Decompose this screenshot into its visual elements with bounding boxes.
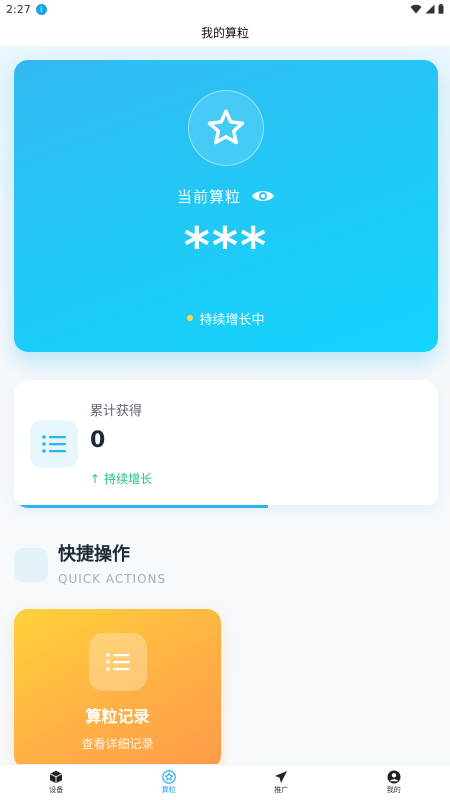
star-icon [207, 109, 245, 145]
nav-item-promote[interactable]: 推广 [225, 765, 338, 800]
total-earned-value: 0 [90, 428, 106, 453]
nav-label: 我的 [386, 786, 401, 794]
main-content[interactable]: 当前算粒 *** 持续增长中 累计获得 0 ↑ 持续增长 快捷操作 QUICK … [0, 46, 450, 764]
section-subtitle: QUICK ACTIONS [58, 572, 167, 586]
wifi-icon [410, 4, 422, 14]
balance-status: 持续增长中 [14, 308, 438, 328]
status-time: 2:27 [6, 2, 31, 16]
section-title: 快捷操作 [58, 544, 130, 565]
total-earned-label: 累计获得 [90, 404, 143, 419]
list-icon [106, 653, 130, 671]
progress-fill [14, 505, 269, 508]
points-record-title: 算粒记录 [85, 707, 150, 726]
total-earned-card: 累计获得 0 ↑ 持续增长 [14, 380, 438, 508]
arrow-up-icon: ↑ [90, 471, 101, 486]
balance-value: *** [183, 217, 269, 275]
balance-card: 当前算粒 *** 持续增长中 [14, 60, 438, 352]
nav-item-devices[interactable]: 设备 [0, 765, 113, 800]
signal-icon [425, 4, 435, 14]
status-bar: 2:27 i [0, 0, 450, 18]
balance-label: 当前算粒 [176, 187, 241, 206]
nav-label: 设备 [49, 786, 64, 794]
nav-item-profile[interactable]: 我的 [338, 765, 450, 800]
nav-label: 推广 [274, 786, 289, 794]
section-icon [14, 548, 48, 582]
user-icon [387, 770, 401, 784]
progress-track [14, 505, 438, 508]
balance-icon-circle [188, 90, 264, 166]
battery-icon [438, 4, 444, 14]
bottom-nav: 设备 算粒 推广 我的 [0, 764, 450, 800]
nav-label: 算粒 [161, 786, 176, 794]
status-right [410, 4, 444, 14]
eye-icon[interactable] [251, 188, 275, 204]
star-circle-icon [162, 770, 176, 784]
status-left: 2:27 i [6, 3, 47, 16]
cube-icon [50, 770, 63, 784]
status-dot-icon [187, 315, 194, 321]
points-record-description: 查看详细记录 [81, 737, 154, 751]
balance-label-row: 当前算粒 [14, 184, 438, 208]
nav-item-points[interactable]: 算粒 [113, 765, 226, 800]
notification-icon: i [35, 3, 47, 15]
total-earned-trend: ↑ 持续增长 [90, 470, 152, 487]
list-icon [42, 435, 66, 453]
title-bar: 我的算粒 [0, 18, 450, 46]
page-title: 我的算粒 [200, 25, 249, 40]
balance-status-text: 持续增长中 [199, 312, 265, 328]
points-record-card[interactable]: 算粒记录 查看详细记录 [14, 609, 221, 764]
trend-text: 持续增长 [104, 472, 153, 486]
send-icon [275, 771, 288, 783]
points-record-icon-box [89, 633, 147, 691]
total-earned-icon-box [30, 420, 78, 468]
